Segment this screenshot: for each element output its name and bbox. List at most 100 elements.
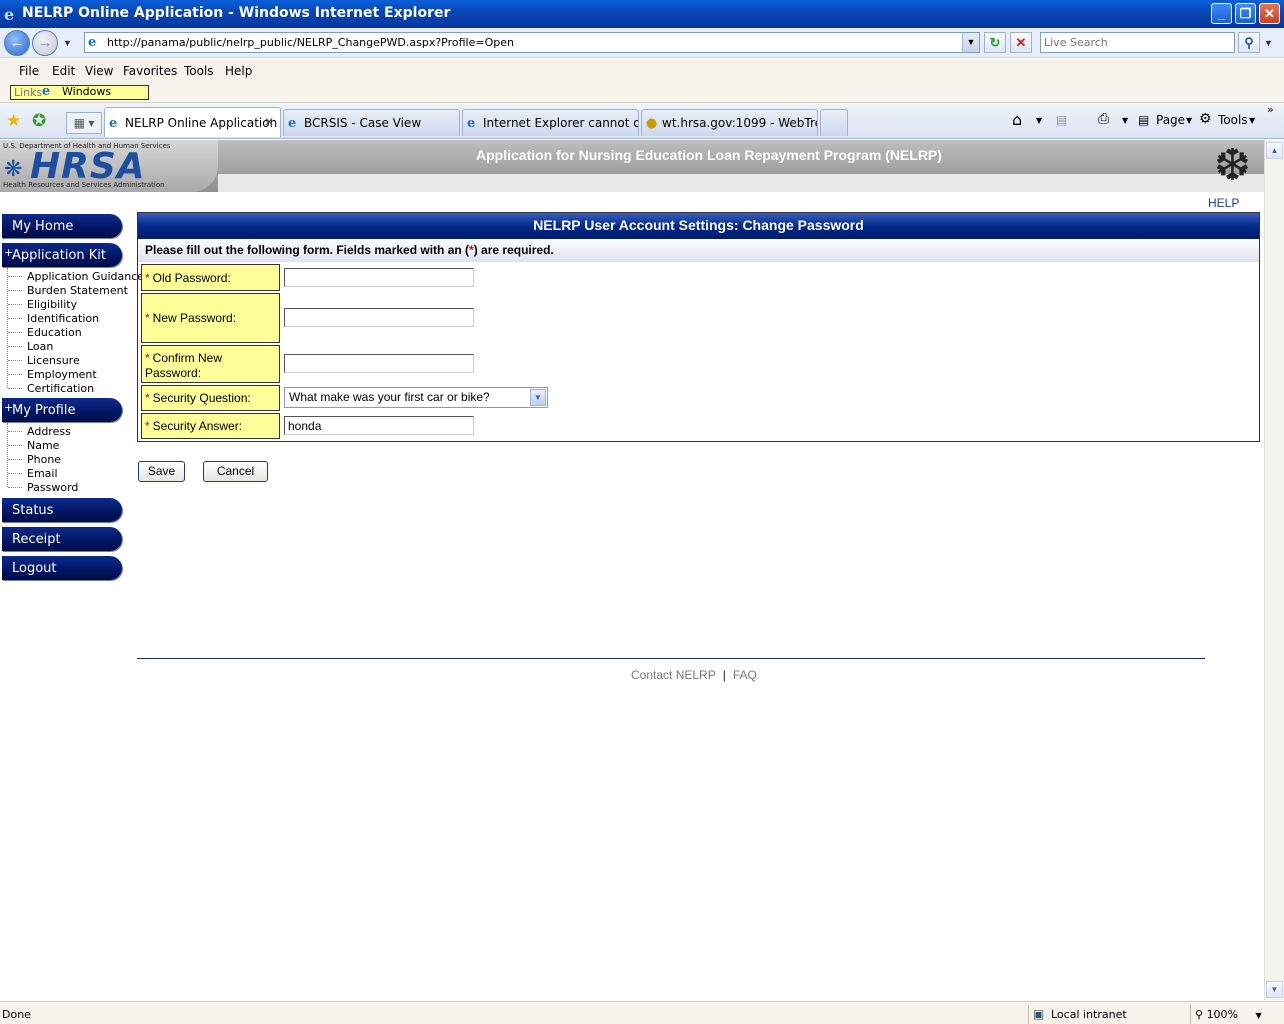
- new-password-field[interactable]: [284, 308, 474, 327]
- tools-menu[interactable]: Tools: [1218, 113, 1248, 127]
- menu-file[interactable]: File: [19, 64, 39, 78]
- chevron-right-icon[interactable]: »: [1267, 103, 1274, 116]
- tools-dropdown-icon[interactable]: ▼: [1249, 116, 1255, 125]
- tree-tick: [8, 318, 22, 319]
- nav-receipt[interactable]: Receipt: [2, 527, 122, 551]
- nav-application-guidance[interactable]: Application Guidance: [27, 270, 144, 283]
- scroll-down-icon[interactable]: ▼: [1266, 981, 1283, 998]
- nav-licensure[interactable]: Licensure: [27, 354, 80, 367]
- save-button[interactable]: Save: [138, 461, 185, 482]
- refresh-button[interactable]: ↻: [984, 32, 1006, 53]
- menu-view[interactable]: View: [85, 64, 113, 78]
- menu-tools[interactable]: Tools: [184, 64, 214, 78]
- tab-ie-error[interactable]: e Internet Explorer cannot dis...: [462, 109, 639, 136]
- nav-identification[interactable]: Identification: [27, 312, 99, 325]
- nav-password[interactable]: Password: [27, 481, 78, 494]
- vertical-scrollbar[interactable]: ▲ ▼: [1264, 140, 1284, 1000]
- nav-loan[interactable]: Loan: [27, 340, 53, 353]
- search-input[interactable]: [1041, 33, 1234, 52]
- zoom-control[interactable]: ⚲ 100% ▼: [1190, 1005, 1284, 1024]
- nav-my-profile[interactable]: + My Profile: [2, 398, 122, 422]
- feeds-icon[interactable]: ▤: [1056, 113, 1067, 127]
- quick-tabs-button[interactable]: ▦ ▾: [66, 112, 102, 134]
- tab-close-icon[interactable]: ✕: [264, 115, 274, 129]
- old-password-label: * Old Password:: [141, 264, 280, 291]
- required-asterisk: *: [145, 311, 150, 325]
- nav-status[interactable]: Status: [2, 498, 122, 522]
- nav-address[interactable]: Address: [27, 425, 71, 438]
- windows-link[interactable]: Windows: [62, 85, 111, 98]
- tab-nelrp[interactable]: e NELRP Online Application ✕: [104, 107, 281, 137]
- scroll-up-icon[interactable]: ▲: [1266, 142, 1283, 159]
- zone-label: Local intranet: [1051, 1008, 1127, 1021]
- old-password-field[interactable]: [284, 268, 474, 287]
- label-text: Confirm New Password:: [145, 351, 223, 380]
- back-button[interactable]: ←: [4, 30, 30, 56]
- search-options-icon[interactable]: ▼: [1264, 38, 1273, 48]
- stop-button[interactable]: ✕: [1010, 32, 1032, 53]
- nav-name[interactable]: Name: [27, 439, 59, 452]
- required-asterisk: *: [145, 419, 150, 433]
- tab-page-icon: e: [467, 116, 476, 131]
- search-box[interactable]: [1040, 32, 1235, 53]
- search-icon[interactable]: ⚲: [1238, 32, 1260, 53]
- print-icon[interactable]: ⎙: [1098, 111, 1109, 127]
- close-button[interactable]: ✕: [1259, 3, 1280, 24]
- tab-webtrends[interactable]: ● wt.hrsa.gov:1099 - WebTre...: [641, 109, 818, 136]
- address-bar[interactable]: e http://panama/public/nelrp_public/NELR…: [84, 32, 980, 53]
- gear-icon[interactable]: ⚙: [1199, 111, 1212, 127]
- maximize-button[interactable]: ❐: [1235, 3, 1256, 24]
- home-icon[interactable]: ⌂: [1012, 110, 1022, 129]
- page-menu-icon[interactable]: ▤: [1138, 113, 1149, 127]
- nav-education[interactable]: Education: [27, 326, 82, 339]
- tab-label: NELRP Online Application: [125, 116, 278, 130]
- nav-eligibility[interactable]: Eligibility: [27, 298, 77, 311]
- page-content: U.S. Department of Health and Human Serv…: [0, 140, 1264, 1000]
- nav-email[interactable]: Email: [27, 467, 58, 480]
- confirm-password-field[interactable]: [284, 354, 474, 373]
- address-dropdown-icon[interactable]: ▼: [962, 33, 979, 52]
- home-dropdown-icon[interactable]: ▼: [1036, 116, 1042, 125]
- page-dropdown-icon[interactable]: ▼: [1186, 116, 1192, 125]
- security-question-select[interactable]: What make was your first car or bike? ▼: [284, 387, 548, 408]
- new-tab-button[interactable]: [820, 109, 848, 136]
- label-text: Security Question:: [152, 391, 251, 405]
- nav-phone[interactable]: Phone: [27, 453, 61, 466]
- page-menu[interactable]: Page: [1156, 113, 1185, 127]
- cancel-button[interactable]: Cancel: [203, 461, 268, 482]
- nav-employment[interactable]: Employment: [27, 368, 97, 381]
- change-password-panel: NELRP User Account Settings: Change Pass…: [137, 212, 1260, 442]
- tree-line: [7, 423, 8, 487]
- zoom-dropdown-icon[interactable]: ▼: [1256, 1011, 1262, 1020]
- label-text: Old Password:: [152, 270, 231, 285]
- help-link[interactable]: HELP: [1208, 196, 1239, 210]
- menu-favorites[interactable]: Favorites: [123, 64, 177, 78]
- tree-tick: [8, 431, 22, 432]
- minimize-button[interactable]: _: [1211, 3, 1232, 24]
- tab-bcrsis[interactable]: e BCRSIS - Case View: [283, 109, 460, 136]
- tab-bar: ★ ✪ ▦ ▾ e NELRP Online Application ✕ e B…: [0, 103, 1284, 139]
- forward-button[interactable]: →: [32, 30, 58, 56]
- tree-tick: [8, 360, 22, 361]
- tree-tick: [8, 445, 22, 446]
- chevron-down-icon[interactable]: ▼: [530, 389, 546, 406]
- selected-question: What make was your first car or bike?: [289, 390, 490, 404]
- nav-certification[interactable]: Certification: [27, 382, 94, 395]
- address-toolbar: ← → ▼ e http://panama/public/nelrp_publi…: [0, 28, 1284, 58]
- nav-burden-statement[interactable]: Burden Statement: [27, 284, 128, 297]
- nav-application-kit[interactable]: + Application Kit: [2, 243, 122, 267]
- history-dropdown-icon[interactable]: ▼: [63, 38, 72, 48]
- tree-tick: [8, 346, 22, 347]
- menu-edit[interactable]: Edit: [52, 64, 75, 78]
- print-dropdown-icon[interactable]: ▼: [1122, 116, 1128, 125]
- intranet-icon: ▣: [1033, 1007, 1045, 1021]
- favorites-center-icon[interactable]: ★: [6, 111, 21, 131]
- security-answer-field[interactable]: [284, 416, 474, 435]
- menu-help[interactable]: Help: [225, 64, 252, 78]
- add-favorites-icon[interactable]: ✪: [32, 111, 46, 131]
- nav-my-home[interactable]: My Home: [2, 214, 122, 238]
- contact-link[interactable]: Contact NELRP: [631, 668, 716, 682]
- address-url[interactable]: http://panama/public/nelrp_public/NELRP_…: [107, 36, 514, 49]
- nav-logout[interactable]: Logout: [2, 556, 122, 580]
- faq-link[interactable]: FAQ: [733, 668, 757, 682]
